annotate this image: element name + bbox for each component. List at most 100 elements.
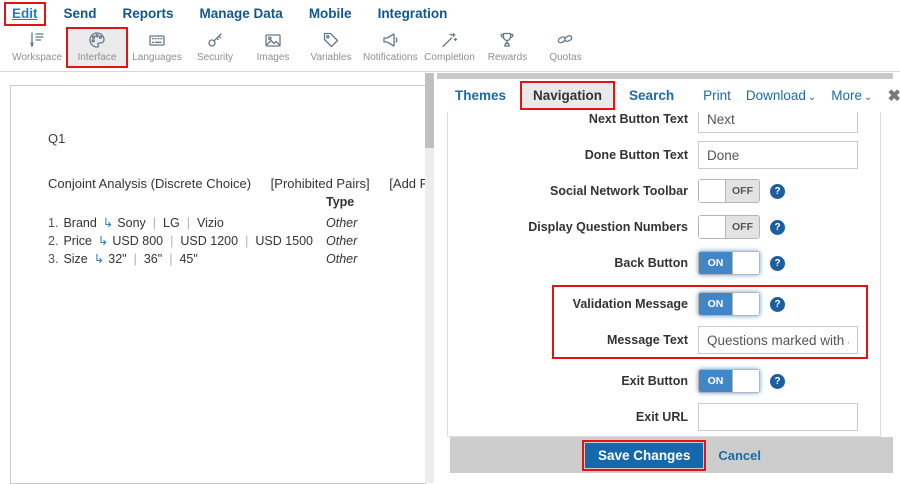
- toolbar-item-images[interactable]: Images: [244, 27, 302, 63]
- toolbar-item-label: Interface: [78, 52, 117, 63]
- attribute-name: Size: [63, 252, 87, 266]
- help-icon[interactable]: ?: [770, 256, 785, 271]
- exit-url-label: Exit URL: [448, 410, 688, 424]
- nav-item-integration[interactable]: Integration: [378, 6, 448, 21]
- survey-preview-panel: Q1 Conjoint Analysis (Discrete Choice) […: [10, 85, 426, 484]
- back-button-label: Back Button: [448, 256, 688, 270]
- key-icon: [205, 30, 225, 50]
- tab-search[interactable]: Search: [629, 88, 674, 103]
- toolbar-item-variables[interactable]: Variables: [302, 27, 360, 63]
- nav-item-mobile[interactable]: Mobile: [309, 6, 352, 21]
- message-text-input[interactable]: [698, 326, 858, 354]
- exit-button-toggle[interactable]: ON: [698, 369, 760, 393]
- toggle-knob: [732, 370, 759, 392]
- attribute-row: 2.Price↳USD 800|USD 1200|USD 1500 Other: [48, 232, 426, 250]
- tag-icon: [321, 30, 341, 50]
- validation-message-toggle[interactable]: ON: [698, 292, 760, 316]
- attribute-level: Sony: [117, 216, 146, 230]
- display-question-numbers-toggle[interactable]: OFF: [698, 215, 760, 239]
- pipe-separator: |: [169, 252, 172, 266]
- nav-item-send[interactable]: Send: [64, 6, 97, 21]
- toolbar-item-notifications[interactable]: Notifications: [360, 27, 420, 63]
- download-link[interactable]: Download⌄: [746, 88, 816, 103]
- download-label: Download: [746, 88, 806, 103]
- toolbar-item-rewards[interactable]: Rewards: [478, 27, 536, 63]
- toolbar-item-label: Variables: [311, 52, 352, 63]
- question-code: Q1: [48, 131, 65, 146]
- workspace-icon: [27, 30, 47, 50]
- help-icon[interactable]: ?: [770, 297, 785, 312]
- toolbar-item-completion[interactable]: Completion: [420, 27, 478, 63]
- attribute-type: Other: [326, 250, 357, 268]
- edit-highlight-box: Edit: [4, 2, 46, 26]
- toolbar-item-label: Rewards: [488, 52, 527, 63]
- toggle-knob: [732, 252, 759, 274]
- save-changes-button[interactable]: Save Changes: [585, 443, 703, 468]
- toolbar-item-label: Quotas: [549, 52, 581, 63]
- nav-item-manage-data[interactable]: Manage Data: [200, 6, 283, 21]
- help-icon[interactable]: ?: [770, 220, 785, 235]
- prohibited-pairs-link[interactable]: [Prohibited Pairs]: [271, 176, 370, 191]
- toolbar-item-label: Workspace: [12, 52, 62, 63]
- toolbar-item-workspace[interactable]: Workspace: [8, 27, 66, 63]
- toggle-state-label: ON: [699, 370, 732, 392]
- toolbar-item-label: Notifications: [363, 52, 417, 63]
- attribute-level: 36": [144, 252, 162, 266]
- toolbar-item-languages[interactable]: Languages: [128, 27, 186, 63]
- chevron-down-icon: ⌄: [864, 92, 872, 103]
- done-button-text-input[interactable]: [698, 141, 858, 169]
- message-text-row: Message Text: [554, 326, 866, 354]
- toggle-state-label: ON: [699, 252, 732, 274]
- toolbar-item-interface[interactable]: Interface: [66, 27, 128, 68]
- keyboard-icon: [147, 30, 167, 50]
- print-link[interactable]: Print: [703, 88, 731, 103]
- tab-navigation[interactable]: Navigation: [520, 81, 615, 110]
- display-question-numbers-label: Display Question Numbers: [448, 220, 688, 234]
- tab-themes[interactable]: Themes: [455, 88, 506, 103]
- attribute-type: Other: [326, 232, 357, 250]
- attribute-number: 2.: [48, 234, 58, 248]
- interface-settings-panel: Themes Navigation Search Print Download⌄…: [437, 73, 893, 473]
- attribute-row: 3.Size↳32"|36"|45" Other: [48, 250, 426, 268]
- vertical-scrollbar[interactable]: [425, 73, 434, 483]
- attribute-type: Other: [326, 214, 357, 232]
- settings-tab-bar: Themes Navigation Search Print Download⌄…: [437, 79, 893, 112]
- help-icon[interactable]: ?: [770, 374, 785, 389]
- nav-item-edit[interactable]: Edit: [12, 6, 38, 21]
- megaphone-icon: [380, 30, 400, 50]
- attribute-list: 1.Brand↳Sony|LG|Vizio Other 2.Price↳USD …: [48, 214, 426, 268]
- attribute-level: LG: [163, 216, 180, 230]
- toolbar-item-label: Security: [197, 52, 233, 63]
- save-highlight-box: Save Changes: [582, 440, 706, 471]
- nav-item-reports[interactable]: Reports: [123, 6, 174, 21]
- level-arrow-icon: ↳: [103, 216, 113, 230]
- attribute-row: 1.Brand↳Sony|LG|Vizio Other: [48, 214, 426, 232]
- social-network-toolbar-toggle[interactable]: OFF: [698, 179, 760, 203]
- exit-url-input[interactable]: [698, 403, 858, 431]
- cancel-link[interactable]: Cancel: [718, 448, 761, 463]
- more-link[interactable]: More⌄: [831, 88, 872, 103]
- next-button-text-row: Next Button Text: [448, 112, 880, 133]
- toolbar-item-security[interactable]: Security: [186, 27, 244, 63]
- back-button-row: Back Button ON ?: [448, 249, 880, 277]
- back-button-toggle[interactable]: ON: [698, 251, 760, 275]
- pipe-separator: |: [170, 234, 173, 248]
- settings-footer: Save Changes Cancel: [450, 437, 893, 473]
- attribute-name: Price: [63, 234, 91, 248]
- toolbar-item-label: Images: [257, 52, 290, 63]
- close-icon[interactable]: ✖: [887, 86, 900, 106]
- scrollbar-thumb[interactable]: [425, 73, 434, 148]
- more-label: More: [831, 88, 862, 103]
- attribute-level: USD 800: [112, 234, 163, 248]
- validation-message-label: Validation Message: [554, 297, 688, 311]
- help-icon[interactable]: ?: [770, 184, 785, 199]
- toggle-state-label: ON: [699, 293, 732, 315]
- chain-links-icon: [555, 30, 575, 50]
- attribute-level: USD 1500: [255, 234, 313, 248]
- toolbar-item-quotas[interactable]: Quotas: [536, 27, 594, 63]
- next-button-text-input[interactable]: [698, 112, 858, 133]
- question-title: Conjoint Analysis (Discrete Choice): [48, 176, 251, 191]
- add-fixed-tasks-link[interactable]: [Add Fixed Tasks: [389, 176, 426, 191]
- attribute-name: Brand: [63, 216, 96, 230]
- attribute-level: 45": [179, 252, 197, 266]
